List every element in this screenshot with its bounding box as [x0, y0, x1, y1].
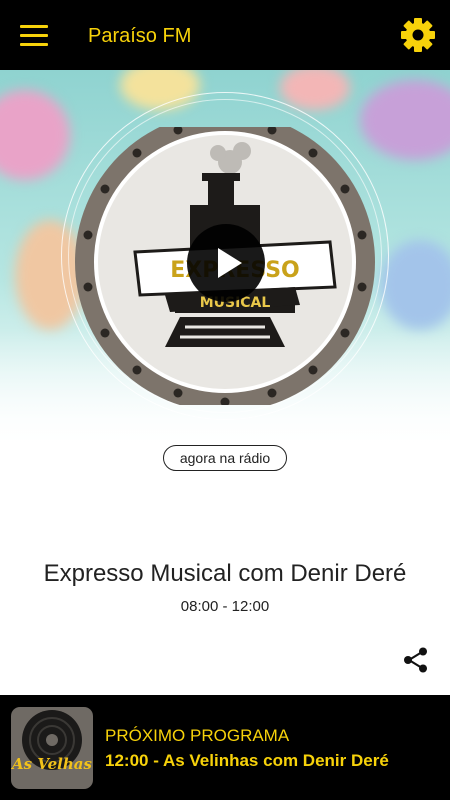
share-button[interactable] [402, 646, 430, 674]
background-decoration [280, 70, 350, 110]
play-icon [218, 248, 242, 278]
app-title: Paraíso FM [88, 25, 192, 47]
background-decoration [0, 90, 70, 180]
app-bar: Paraíso FM [0, 0, 450, 70]
share-icon [404, 647, 427, 673]
current-program-title: Expresso Musical com Denir Deré [43, 560, 407, 587]
next-program-label: PRÓXIMO PROGRAMA [105, 726, 290, 745]
background-decoration [380, 240, 450, 330]
next-program-title: 12:00 - As Velinhas com Denir Deré [105, 751, 389, 770]
play-button[interactable] [187, 224, 265, 302]
next-program-thumb-text: As Velhas [11, 755, 92, 773]
hero-background: EXPRESSO MUSICAL [0, 70, 450, 450]
next-program-bar[interactable]: As Velhas PRÓXIMO PROGRAMA 12:00 - As Ve… [0, 695, 450, 800]
next-program-thumbnail: As Velhas [11, 707, 93, 789]
gear-icon [401, 18, 435, 52]
current-program-time: 08:00 - 12:00 [180, 598, 270, 615]
settings-button[interactable] [400, 17, 436, 53]
menu-button[interactable] [20, 25, 50, 47]
now-on-air-badge: agora na rádio [163, 445, 287, 471]
hamburger-menu-icon [20, 25, 48, 28]
